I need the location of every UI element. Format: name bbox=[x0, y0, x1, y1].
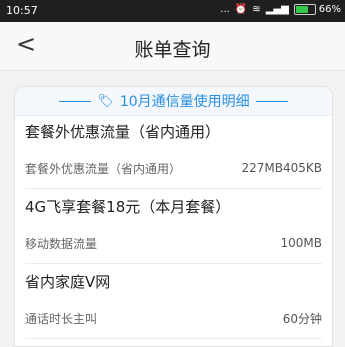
usage-label: 套餐外优惠流量（省内通用） bbox=[25, 161, 182, 176]
section-title: 套餐外优惠流量（省内通用） bbox=[25, 123, 221, 141]
usage-row: 移动数据流量 100MB bbox=[25, 223, 322, 264]
app-bar: < 账单查询 bbox=[0, 22, 345, 71]
usage-section: 套餐外优惠流量（省内通用） 套餐外优惠流量（省内通用） 227MB405KB bbox=[15, 116, 332, 189]
alarm-icon: ⏰ bbox=[234, 4, 248, 15]
tag-icon: 🏷 bbox=[97, 93, 114, 109]
usage-section: 省内家庭V网 通话时长主叫 60分钟 bbox=[15, 266, 332, 339]
notification-dots: ... bbox=[220, 4, 230, 15]
usage-value: 227MB405KB bbox=[241, 161, 323, 175]
usage-row: 通话时长主叫 60分钟 bbox=[25, 298, 322, 339]
battery-indicator: 66% bbox=[293, 4, 341, 15]
banner-title: 10月通信量使用明细 bbox=[119, 94, 250, 110]
usage-label: 通话时长主叫 bbox=[25, 311, 98, 326]
banner-left-rule bbox=[59, 100, 92, 102]
bill-detail-card: 🏷 10月通信量使用明细 套餐外优惠流量（省内通用） 套餐外优惠流量（省内通用）… bbox=[14, 86, 333, 347]
usage-section: 4G飞享套餐18元（本月套餐） 移动数据流量 100MB bbox=[15, 191, 332, 264]
section-title: 省内家庭V网 bbox=[25, 273, 111, 291]
usage-banner: 🏷 10月通信量使用明细 bbox=[15, 87, 332, 116]
signal-icon: ▂▄▆ bbox=[265, 4, 289, 15]
status-icons: ... ⏰ ≋ ▂▄▆ 66% bbox=[220, 4, 341, 15]
usage-value: 60分钟 bbox=[282, 311, 322, 326]
page-title: 账单查询 bbox=[134, 39, 211, 61]
status-time: 10:57 bbox=[6, 4, 38, 17]
banner-right-rule bbox=[255, 100, 288, 102]
wifi-icon: ≋ bbox=[252, 4, 261, 15]
battery-percent: 66% bbox=[318, 4, 341, 15]
status-bar: 10:57 ... ⏰ ≋ ▂▄▆ 66% bbox=[0, 0, 345, 22]
usage-value: 100MB bbox=[280, 236, 323, 250]
battery-fill bbox=[295, 6, 308, 13]
usage-row: 套餐外优惠流量（省内通用） 227MB405KB bbox=[25, 148, 322, 189]
usage-label: 移动数据流量 bbox=[25, 236, 98, 251]
section-title: 4G飞享套餐18元（本月套餐） bbox=[25, 198, 231, 216]
battery-icon bbox=[293, 4, 316, 15]
